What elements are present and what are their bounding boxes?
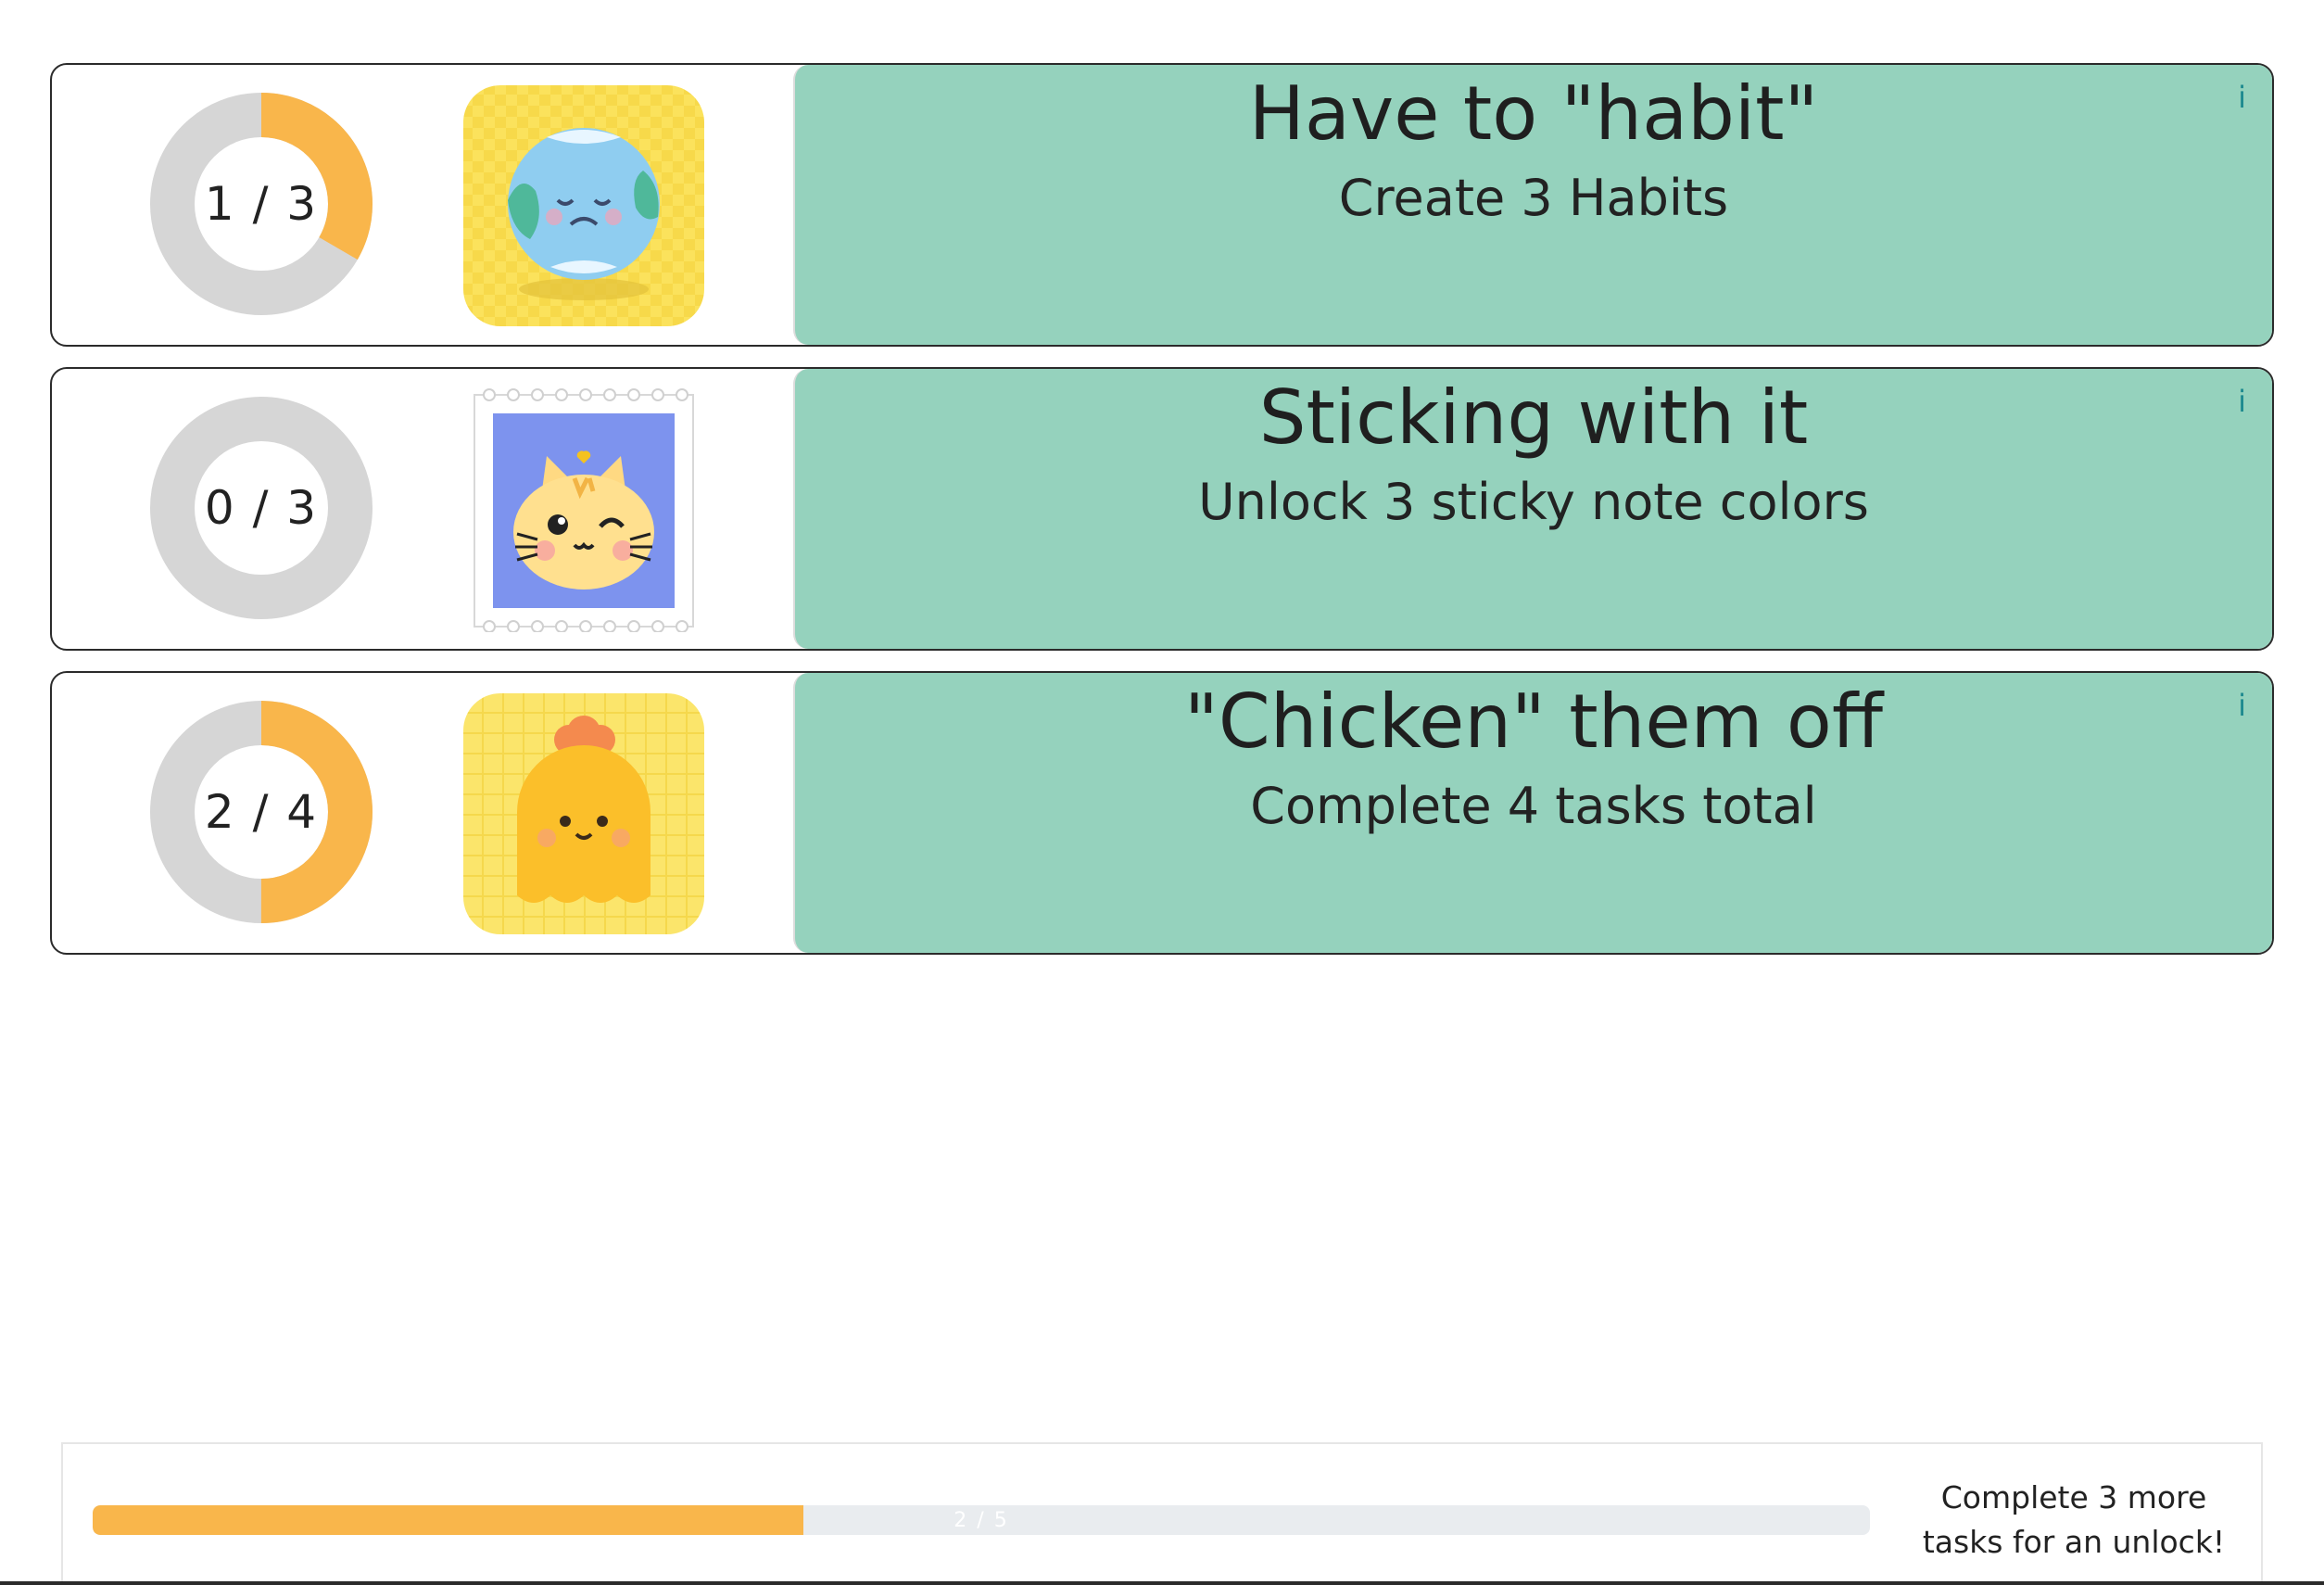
- progress-ring-label: 2 / 4: [204, 785, 319, 839]
- progress-ring: 2 / 4: [150, 701, 373, 923]
- achievement-description: Unlock 3 sticky note colors: [1198, 473, 1869, 531]
- achievement-details-panel: Have to "habit" Create 3 Habits i: [793, 65, 2272, 345]
- achievement-card-habit: 1 / 3 Have to "habit" Create 3 Habits i: [50, 63, 2274, 347]
- achievement-title: Have to "habit": [1248, 70, 1819, 157]
- progress-ring-label: 0 / 3: [204, 481, 319, 535]
- achievement-title: "Chicken" them off: [1184, 678, 1883, 765]
- unlock-progress-label: 2 / 5: [954, 1508, 1009, 1532]
- progress-ring: 0 / 3: [150, 397, 373, 619]
- progress-ring: 1 / 3: [150, 93, 373, 315]
- achievement-progress-area: 1 / 3: [52, 65, 793, 345]
- achievements-page: 1 / 3 Have to "habit" Create 3 Habits i …: [0, 0, 2324, 1585]
- unlock-progress-bar: 2 / 5: [93, 1505, 1870, 1535]
- achievement-title: Sticking with it: [1258, 374, 1809, 461]
- achievement-card-chicken: 2 / 4 "Chicken" them off Complete 4 task…: [50, 671, 2274, 955]
- unlock-message: Complete 3 more tasks for an unlock!: [1922, 1479, 2226, 1560]
- achievement-details-panel: "Chicken" them off Complete 4 tasks tota…: [793, 673, 2272, 953]
- info-icon[interactable]: i: [2238, 80, 2246, 115]
- achievement-card-sticky: 0 / 3 Sticking with it Unlock 3 sticky n…: [50, 367, 2274, 651]
- info-icon[interactable]: i: [2238, 688, 2246, 723]
- window-bottom-border: [0, 1581, 2324, 1585]
- achievement-details-panel: Sticking with it Unlock 3 sticky note co…: [793, 369, 2272, 649]
- progress-ring-label: 1 / 3: [204, 177, 319, 231]
- achievement-progress-area: 2 / 4: [52, 673, 793, 953]
- unlock-progress-panel: 2 / 5 Complete 3 more tasks for an unloc…: [61, 1442, 2263, 1585]
- earth-icon: [461, 83, 706, 328]
- cat-stamp-icon: [461, 387, 706, 632]
- info-icon[interactable]: i: [2238, 384, 2246, 419]
- achievement-progress-area: 0 / 3: [52, 369, 793, 649]
- achievement-description: Create 3 Habits: [1338, 169, 1729, 227]
- chicken-icon: [461, 691, 706, 936]
- achievement-description: Complete 4 tasks total: [1250, 777, 1817, 835]
